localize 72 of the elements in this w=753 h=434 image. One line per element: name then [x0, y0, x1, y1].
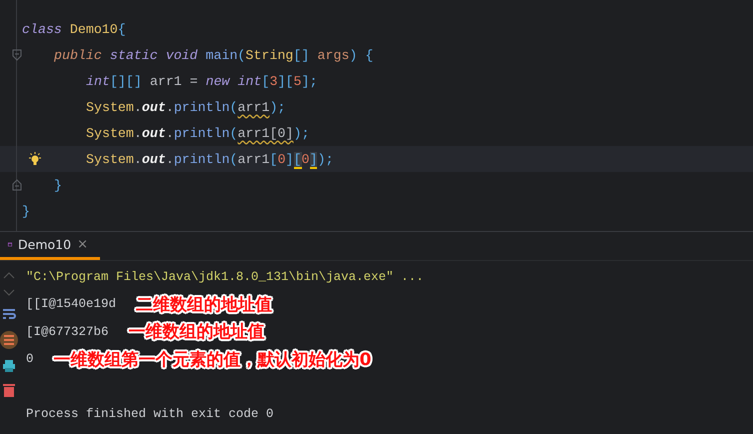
code-token: out: [142, 152, 166, 166]
code-token: }: [54, 178, 62, 192]
tab-label: Demo10: [18, 237, 72, 252]
close-icon[interactable]: ×: [77, 237, 88, 252]
lightbulb-icon[interactable]: [28, 152, 42, 166]
code-token: class: [22, 22, 63, 36]
code-token: System: [86, 152, 134, 166]
code-token: [][]: [110, 74, 142, 88]
code-token: ) {: [349, 48, 374, 62]
code-token: public: [54, 48, 103, 62]
console-output: "C:\Program Files\Java\jdk1.8.0_131\bin\java.exe" ...: [26, 270, 424, 284]
code-token: Demo10: [70, 22, 118, 36]
code-token: arr1: [238, 152, 270, 166]
fold-icon[interactable]: [12, 179, 22, 191]
wrap-icon[interactable]: [2, 307, 16, 321]
run-tab[interactable]: Demo10 ×: [0, 232, 100, 260]
code-token: [: [262, 74, 270, 88]
code-token: 0: [278, 152, 286, 166]
printer-icon[interactable]: [2, 359, 16, 373]
console-output: 0: [26, 352, 34, 366]
code-token: (: [230, 152, 238, 166]
console-output: [[I@1540e19d: [26, 297, 116, 312]
code-token: int: [238, 74, 262, 88]
code-token: println: [174, 100, 230, 114]
code-token: main: [206, 48, 238, 62]
code-token: .: [134, 126, 142, 140]
code-token: (: [230, 126, 238, 140]
code-token: out: [142, 126, 166, 140]
code-token: (: [238, 48, 246, 62]
code-token: arr1 =: [148, 74, 199, 88]
scroll-end-icon[interactable]: [0, 331, 18, 349]
annotation-text: 一维数组第一个元素的值，默认初始化为0: [54, 348, 372, 371]
code-token: .: [166, 126, 174, 140]
code-token: arr1: [238, 100, 270, 114]
code-token: 0: [302, 152, 310, 166]
code-token: {: [118, 22, 126, 36]
code-token: .: [134, 152, 142, 166]
code-token: String: [246, 48, 294, 62]
code-token: static: [110, 48, 159, 62]
code-token: [: [294, 152, 302, 168]
trash-icon[interactable]: [3, 383, 15, 397]
fold-icon[interactable]: [12, 49, 22, 61]
code-token: args: [317, 48, 350, 62]
code-token: void: [166, 48, 199, 62]
code-token: ];: [302, 74, 318, 88]
code-token: out: [142, 100, 166, 114]
code-token: .: [166, 152, 174, 166]
code-token: arr1[0]: [238, 126, 294, 140]
code-token: [: [270, 152, 278, 166]
code-token: }: [22, 204, 30, 218]
code-token: System: [86, 100, 134, 114]
code-token: ][: [278, 74, 294, 88]
code-token: ]: [286, 152, 294, 166]
code-token: );: [317, 152, 334, 166]
annotation-text: 二维数组的地址值: [136, 294, 272, 316]
code-token: System: [86, 126, 134, 140]
code-token: int: [86, 74, 110, 88]
code-token: 3: [270, 74, 278, 88]
console-output: Process finished with exit code 0: [26, 407, 274, 422]
code-token: println: [174, 152, 230, 166]
code-token: (: [230, 100, 238, 114]
code-token: ]: [310, 152, 318, 168]
code-token: .: [166, 100, 174, 114]
console-output: [I@677327b6: [26, 324, 109, 339]
annotation-text: 一维数组的地址值: [128, 321, 265, 344]
code-token: );: [270, 100, 286, 114]
code-token: []: [293, 48, 310, 62]
code-token: 5: [294, 74, 302, 88]
code-token: );: [294, 126, 310, 140]
code-token: new: [206, 74, 231, 88]
code-token: .: [134, 100, 142, 114]
code-token: println: [174, 126, 230, 140]
